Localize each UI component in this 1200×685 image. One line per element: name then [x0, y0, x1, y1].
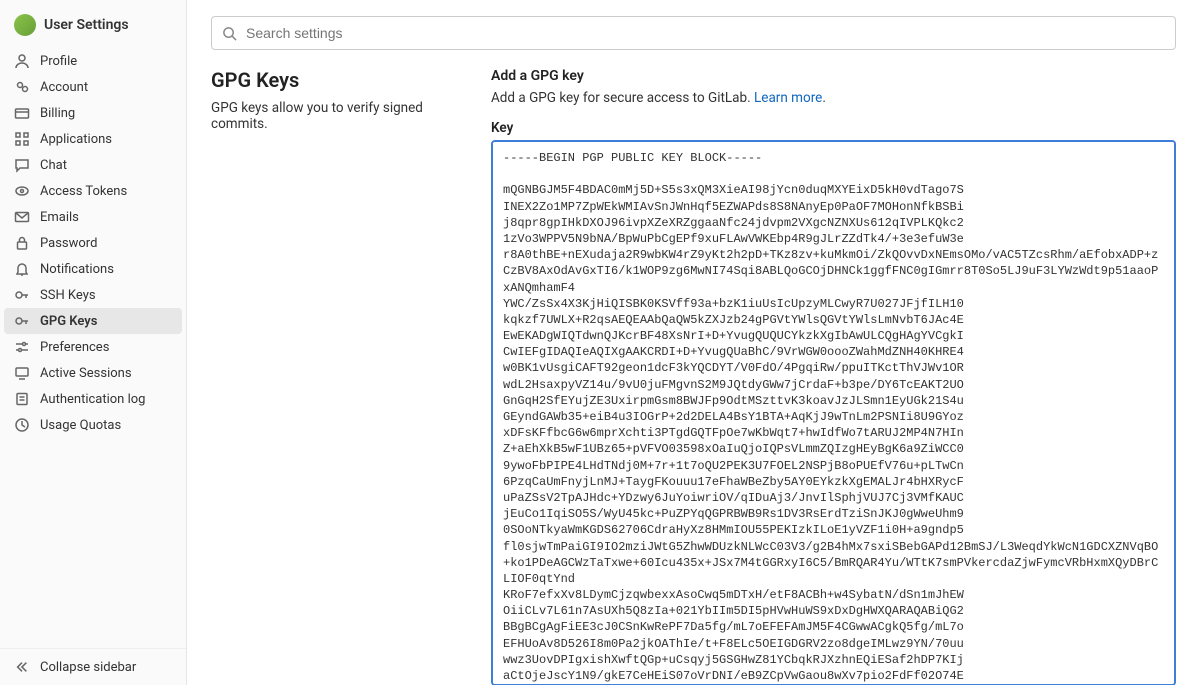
billing-icon [14, 105, 30, 121]
sidebar-item-label: Password [40, 236, 97, 251]
sidebar-item-label: Notifications [40, 262, 114, 277]
sidebar-item-profile[interactable]: Profile [0, 48, 186, 74]
sidebar-item-applications[interactable]: Applications [0, 126, 186, 152]
learn-more-link[interactable]: Learn more [754, 90, 822, 106]
authlog-icon [14, 391, 30, 407]
add-key-help: Add a GPG key for secure access to GitLa… [491, 90, 1176, 106]
sidebar-item-label: GPG Keys [40, 314, 97, 329]
sidebar-item-label: Account [40, 80, 88, 95]
sidebar-items: Profile Account Billing Applications Cha… [0, 48, 186, 648]
chat-icon [14, 157, 30, 173]
emails-icon [14, 209, 30, 225]
main-content: GPG Keys GPG keys allow you to verify si… [187, 0, 1200, 685]
sidebar-item-label: Usage Quotas [40, 418, 121, 433]
search-icon [221, 25, 237, 41]
sidebar-item-billing[interactable]: Billing [0, 100, 186, 126]
sidebar-item-label: Billing [40, 106, 75, 121]
sidebar-item-label: Access Tokens [40, 184, 127, 199]
page-intro: GPG Keys GPG keys allow you to verify si… [211, 68, 451, 685]
collapse-sidebar[interactable]: Collapse sidebar [0, 648, 186, 685]
sidebar-item-usage-quotas[interactable]: Usage Quotas [0, 412, 186, 438]
sidebar-item-notifications[interactable]: Notifications [0, 256, 186, 282]
sidebar-item-password[interactable]: Password [0, 230, 186, 256]
sidebar-item-auth-log[interactable]: Authentication log [0, 386, 186, 412]
notifications-icon [14, 261, 30, 277]
sidebar-item-preferences[interactable]: Preferences [0, 334, 186, 360]
add-key-title: Add a GPG key [491, 68, 1176, 84]
search-input[interactable] [211, 16, 1176, 50]
page-title: GPG Keys [211, 68, 451, 92]
key-icon [14, 313, 30, 329]
sidebar-title: User Settings [44, 17, 129, 33]
sidebar-item-gpg-keys[interactable]: GPG Keys [4, 308, 182, 334]
avatar [14, 14, 36, 36]
sidebar-item-label: Emails [40, 210, 79, 225]
preferences-icon [14, 339, 30, 355]
sidebar: User Settings Profile Account Billing Ap… [0, 0, 187, 685]
key-icon [14, 287, 30, 303]
sidebar-item-label: Preferences [40, 340, 109, 355]
sidebar-item-access-tokens[interactable]: Access Tokens [0, 178, 186, 204]
add-key-section: Add a GPG key Add a GPG key for secure a… [491, 68, 1176, 685]
key-field-label: Key [491, 120, 1176, 136]
sidebar-item-label: SSH Keys [40, 288, 96, 303]
sidebar-item-label: Profile [40, 54, 77, 69]
sidebar-item-ssh-keys[interactable]: SSH Keys [0, 282, 186, 308]
page-description: GPG keys allow you to verify signed comm… [211, 100, 451, 132]
sessions-icon [14, 365, 30, 381]
sidebar-item-label: Authentication log [40, 392, 145, 407]
quota-icon [14, 417, 30, 433]
applications-icon [14, 131, 30, 147]
sidebar-item-account[interactable]: Account [0, 74, 186, 100]
sidebar-item-emails[interactable]: Emails [0, 204, 186, 230]
sidebar-item-chat[interactable]: Chat [0, 152, 186, 178]
sidebar-header: User Settings [0, 8, 186, 48]
sidebar-item-label: Applications [40, 132, 112, 147]
sidebar-item-active-sessions[interactable]: Active Sessions [0, 360, 186, 386]
password-icon [14, 235, 30, 251]
sidebar-item-label: Chat [40, 158, 67, 173]
search-wrap [211, 16, 1176, 50]
collapse-icon [14, 659, 30, 675]
profile-icon [14, 53, 30, 69]
gpg-key-textarea[interactable] [491, 140, 1176, 685]
token-icon [14, 183, 30, 199]
sidebar-item-label: Active Sessions [40, 366, 132, 381]
account-icon [14, 79, 30, 95]
collapse-label: Collapse sidebar [40, 660, 136, 675]
